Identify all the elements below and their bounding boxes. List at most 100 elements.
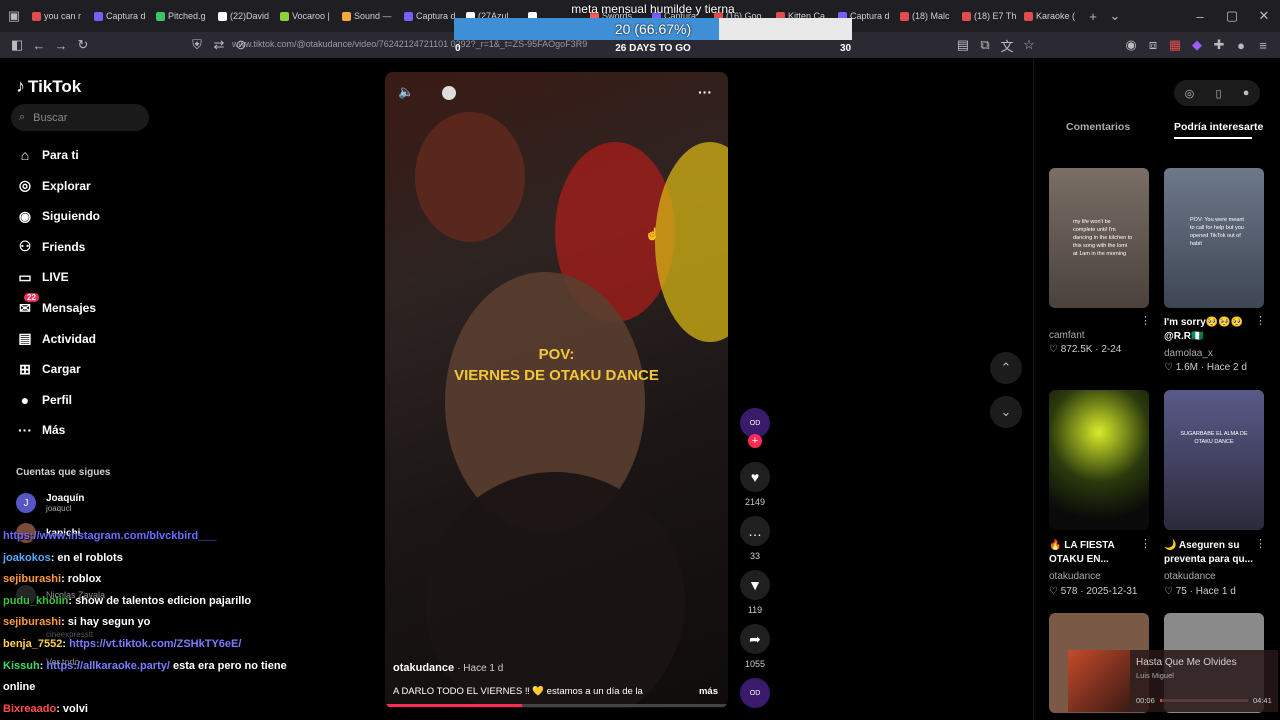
- browser-tab[interactable]: Vocaroo |: [276, 0, 338, 32]
- browser-tab[interactable]: (22)David: [214, 0, 276, 32]
- browser-tab[interactable]: Karaoke (: [1020, 0, 1082, 32]
- suggested-video-thumb[interactable]: my life won't be complete until I'm danc…: [1049, 168, 1149, 308]
- extension-badge-icon[interactable]: ▦: [1164, 34, 1186, 56]
- caption-more-link[interactable]: más: [699, 686, 718, 697]
- screenshot-icon[interactable]: ⧉: [974, 34, 996, 56]
- more-options-icon[interactable]: ⋮: [1255, 314, 1266, 327]
- more-options-icon[interactable]: ⋮: [1140, 314, 1151, 327]
- more-icon: ···: [18, 422, 32, 439]
- extension-purple-icon[interactable]: ◆: [1186, 34, 1208, 56]
- tab-comments[interactable]: Comentarios: [1066, 121, 1130, 133]
- chat-username[interactable]: Kissuh: [3, 660, 40, 672]
- suggested-user[interactable]: otakudance: [1164, 571, 1216, 582]
- search-input[interactable]: ⌕ Buscar: [11, 104, 149, 131]
- minimize-icon[interactable]: –: [1184, 5, 1216, 27]
- sound-disc[interactable]: OD: [738, 678, 772, 708]
- video-progress[interactable]: [385, 704, 728, 707]
- browser-tab[interactable]: (18) E7 Th: [958, 0, 1020, 32]
- video-author[interactable]: otakudance · Hace 1 d: [393, 662, 503, 674]
- compass-icon[interactable]: ◎: [1185, 87, 1195, 100]
- account-icon[interactable]: ◉: [1120, 34, 1142, 56]
- new-tab-icon[interactable]: +: [1082, 5, 1104, 27]
- sidebar-item-para-ti[interactable]: ⌂ Para ti: [16, 146, 79, 164]
- tab-overview-icon[interactable]: ▣: [0, 5, 28, 27]
- sidebar-item-más[interactable]: ··· Más: [16, 421, 65, 439]
- sidebar-toggle-icon[interactable]: ◧: [6, 34, 28, 56]
- user-avatar[interactable]: ●: [1243, 87, 1250, 99]
- tiktok-logo[interactable]: ♪ TikTok: [16, 76, 81, 97]
- browser-tab[interactable]: Captura d: [90, 0, 152, 32]
- extensions-icon[interactable]: ⧈: [1142, 34, 1164, 56]
- video-more-icon[interactable]: ···: [698, 84, 712, 100]
- sidebar-item-siguiendo[interactable]: ◉ Siguiendo: [16, 207, 100, 225]
- like-button[interactable]: ♥ 2149: [738, 462, 772, 507]
- reader-view-icon[interactable]: ▤: [952, 34, 974, 56]
- suggested-title[interactable]: 🌙 Aseguren su preventa para qu...: [1164, 539, 1258, 567]
- save-button[interactable]: ▼ 119: [738, 570, 772, 615]
- reload-icon[interactable]: ↻: [72, 34, 94, 56]
- sidebar-item-friends[interactable]: ⚇ Friends: [16, 238, 86, 256]
- browser-tab[interactable]: Captura d: [400, 0, 462, 32]
- chat-username[interactable]: sejiburashi: [3, 573, 61, 585]
- more-options-icon[interactable]: ⋮: [1255, 537, 1266, 550]
- chat-username[interactable]: Bixreaado: [3, 703, 56, 715]
- suggested-video-thumb[interactable]: [1049, 390, 1149, 530]
- followed-account[interactable]: J Joaquín joaqucl: [16, 493, 84, 513]
- suggested-video-thumb[interactable]: POV: You were meant to call for help but…: [1164, 168, 1264, 308]
- browser-tab[interactable]: you can r: [28, 0, 90, 32]
- sidebar-item-label: Mensajes: [42, 301, 97, 315]
- translate-icon[interactable]: 文: [996, 34, 1018, 56]
- creator-avatar[interactable]: OD +: [738, 408, 772, 448]
- sidebar-item-perfil[interactable]: ● Perfil: [16, 391, 72, 409]
- tab-suggestions[interactable]: Podría interesarte: [1174, 121, 1263, 133]
- more-options-icon[interactable]: ⋮: [1140, 537, 1151, 550]
- profile-avatar-icon[interactable]: ●: [1230, 34, 1252, 56]
- sidebar-item-live[interactable]: ▭ LIVE: [16, 268, 68, 286]
- bookmark-star-icon[interactable]: ☆: [1018, 34, 1040, 56]
- suggested-video-thumb[interactable]: SUGARBABE EL ALMA DE OTAKU DANCE: [1164, 390, 1264, 530]
- chat-username[interactable]: pudu_kholin: [3, 595, 68, 607]
- sidebar-item-mensajes[interactable]: ✉ 22 Mensajes: [16, 293, 97, 317]
- suggested-user[interactable]: damolaa_x: [1164, 348, 1213, 359]
- back-icon[interactable]: ←: [28, 34, 50, 56]
- chat-link[interactable]: https://allkaraoke.party/: [46, 660, 170, 672]
- suggested-user[interactable]: otakudance: [1049, 571, 1101, 582]
- forward-icon[interactable]: →: [50, 34, 72, 56]
- device-icon[interactable]: ▯: [1215, 87, 1221, 100]
- suggested-title[interactable]: I'm sorry🥺🥺🥺 @R.R🇳🇬: [1164, 316, 1258, 344]
- suggested-title[interactable]: 🔥 LA FIESTA OTAKU EN...: [1049, 539, 1143, 567]
- close-window-icon[interactable]: ✕: [1248, 5, 1280, 27]
- browser-tab[interactable]: Sound —: [338, 0, 400, 32]
- sidebar-item-actividad[interactable]: ▤ Actividad: [16, 330, 96, 348]
- chat-text: https://www.instagram.com/blvckbird___: [3, 530, 217, 542]
- volume-slider[interactable]: [442, 86, 456, 100]
- menu-icon[interactable]: ≡: [1252, 34, 1274, 56]
- tab-list-icon[interactable]: ⌄: [1104, 5, 1126, 27]
- video-player[interactable]: [385, 72, 728, 708]
- previous-video-button[interactable]: ⌃: [990, 352, 1022, 384]
- tab-label: Vocaroo |: [292, 11, 330, 21]
- next-video-button[interactable]: ⌄: [990, 396, 1022, 428]
- comment-button[interactable]: … 33: [738, 516, 772, 561]
- suggested-user[interactable]: camfant: [1049, 330, 1085, 341]
- chat-username[interactable]: benja_7552: [3, 638, 62, 650]
- shield-icon[interactable]: ⛨: [186, 34, 208, 56]
- video-figure: [655, 142, 728, 342]
- sound-disc-icon: OD: [740, 678, 770, 708]
- chat-username[interactable]: sejiburashi: [3, 616, 61, 628]
- chat-link[interactable]: https://vt.tiktok.com/ZSHkTY6eE/: [69, 638, 241, 650]
- maximize-icon[interactable]: ▢: [1216, 5, 1248, 27]
- browser-tab[interactable]: Pitched.g: [152, 0, 214, 32]
- comment-count: 33: [749, 551, 760, 561]
- chat-text: esta era pero no tiene: [169, 659, 287, 672]
- chat-username[interactable]: joakokos: [3, 552, 51, 564]
- follow-plus-icon[interactable]: +: [748, 434, 762, 448]
- goal-bar: 20 (66.67%): [454, 18, 852, 40]
- browser-tab[interactable]: (18) Malc: [896, 0, 958, 32]
- share-button[interactable]: ➦ 1055: [738, 624, 772, 669]
- sidebar-item-cargar[interactable]: ⊞ Cargar: [16, 360, 81, 378]
- sidebar-item-explorar[interactable]: ◎ Explorar: [16, 177, 91, 195]
- permissions-icon[interactable]: ⇄: [208, 34, 230, 56]
- puzzle-icon[interactable]: ✚: [1208, 34, 1230, 56]
- volume-icon[interactable]: 🔈: [398, 84, 414, 100]
